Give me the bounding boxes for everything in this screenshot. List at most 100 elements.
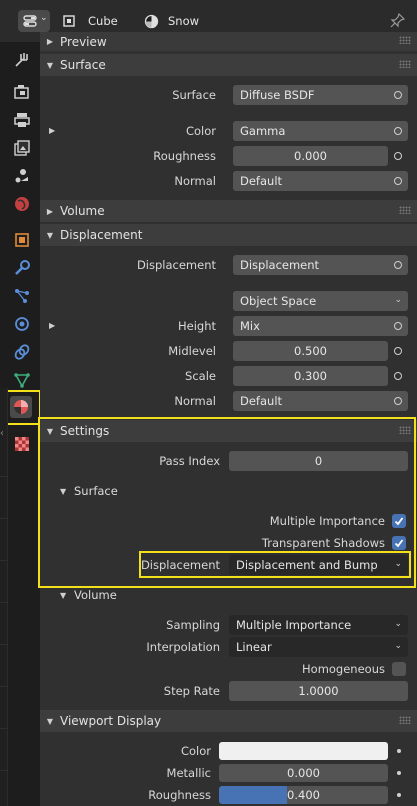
drag-grip-icon[interactable] — [399, 716, 411, 724]
height-input-field[interactable]: Mix — [233, 316, 408, 336]
sampling-dropdown[interactable]: Multiple Importance ⌄ — [229, 615, 408, 635]
object-breadcrumb[interactable]: Cube — [62, 11, 118, 31]
keyframe-dot-icon[interactable] — [397, 771, 401, 775]
settings-panel-highlight — [38, 417, 416, 588]
tab-world[interactable] — [10, 192, 34, 216]
editor-type-button[interactable]: ⌄ — [18, 10, 50, 32]
field-value: 0.500 — [294, 344, 327, 358]
tab-render[interactable] — [10, 80, 34, 104]
object-data-icon — [14, 373, 30, 388]
sampling-label: Sampling — [166, 618, 220, 632]
tab-scene[interactable] — [10, 164, 34, 188]
surface-shader-field[interactable]: Diffuse BSDF — [233, 85, 408, 105]
particles-icon — [15, 289, 29, 303]
tab-view-layer[interactable] — [10, 136, 34, 160]
panel-volume-header[interactable]: ▶ Volume — [40, 200, 417, 222]
displacement-input-field[interactable]: Displacement — [233, 255, 408, 275]
scale-slider[interactable]: 0.300 — [233, 366, 388, 386]
panel-title: Surface — [60, 58, 106, 72]
vp-roughness-slider[interactable]: 0.400 — [219, 786, 388, 804]
field-value: 1.0000 — [298, 684, 339, 698]
socket-icon[interactable] — [394, 347, 402, 355]
midlevel-slider[interactable]: 0.500 — [233, 341, 388, 361]
subpanel-title: Volume — [74, 588, 117, 602]
collapsed-arrow-icon: ▶ — [46, 37, 54, 46]
scale-label: Scale — [185, 369, 216, 383]
collapse-arrow-icon[interactable]: ‹ — [0, 428, 4, 439]
tab-object[interactable] — [10, 228, 34, 252]
tab-tool[interactable] — [10, 48, 34, 72]
homogeneous-checkbox[interactable] — [392, 662, 406, 676]
step-rate-field[interactable]: 1.0000 — [229, 681, 408, 701]
tab-particles[interactable] — [10, 284, 34, 308]
expand-arrow-icon[interactable]: ▶ — [49, 126, 55, 135]
collapsed-arrow-icon: ▶ — [46, 206, 54, 216]
socket-icon — [394, 322, 402, 330]
pin-icon[interactable] — [390, 13, 405, 28]
interpolation-dropdown[interactable]: Linear ⌄ — [229, 637, 408, 657]
object-name: Cube — [88, 14, 118, 28]
drag-grip-icon[interactable] — [399, 206, 411, 214]
socket-icon[interactable] — [394, 152, 402, 160]
vp-color-label: Color — [180, 744, 211, 758]
material-breadcrumb[interactable]: Snow — [144, 11, 199, 31]
material-name: Snow — [168, 14, 200, 28]
tab-texture[interactable] — [10, 432, 34, 456]
slider-fill — [219, 786, 287, 804]
expanded-arrow-icon: ▼ — [46, 60, 54, 70]
properties-editor-icon — [23, 15, 37, 27]
tool-icon — [15, 53, 28, 67]
height-label: Height — [177, 319, 216, 333]
tab-output[interactable] — [10, 108, 34, 132]
tab-constraints[interactable] — [10, 340, 34, 364]
expanded-arrow-icon: ▼ — [46, 230, 54, 240]
expanded-arrow-icon: ▼ — [46, 716, 54, 726]
field-value: 0.400 — [287, 788, 320, 802]
socket-icon[interactable] — [394, 372, 402, 380]
chevron-down-icon: ⌄ — [394, 641, 402, 651]
expand-arrow-icon[interactable]: ▶ — [49, 321, 55, 330]
tab-physics[interactable] — [10, 312, 34, 336]
adjacent-editor-edge: ‹ — [0, 388, 8, 806]
scene-icon — [15, 169, 28, 183]
cube-object-icon — [63, 15, 75, 27]
output-icon — [14, 113, 30, 127]
field-value: 0.300 — [294, 369, 327, 383]
socket-icon — [394, 127, 402, 135]
roughness-slider[interactable]: 0.000 — [233, 146, 388, 166]
keyframe-dot-icon[interactable] — [397, 793, 401, 797]
field-value: Mix — [240, 319, 260, 333]
panel-viewport-display-header[interactable]: ▼ Viewport Display — [40, 710, 417, 732]
socket-icon — [394, 261, 402, 269]
chevron-down-icon: ⌄ — [40, 13, 48, 23]
settings-volume-subheader[interactable]: ▼ Volume — [60, 588, 117, 602]
field-value: Displacement — [240, 258, 320, 272]
physics-icon — [15, 317, 29, 331]
view-layer-icon — [14, 140, 30, 156]
panel-title: Volume — [60, 204, 105, 218]
tab-object-data[interactable] — [10, 368, 34, 392]
keyframe-dot-icon[interactable] — [397, 749, 401, 753]
color-input-field[interactable]: Gamma — [233, 121, 408, 141]
vp-color-swatch[interactable] — [219, 742, 388, 760]
texture-icon — [15, 437, 29, 451]
homogeneous-label: Homogeneous — [302, 662, 385, 676]
normal-label: Normal — [174, 174, 216, 188]
field-value: Object Space — [240, 294, 317, 308]
tab-modifiers[interactable] — [10, 256, 34, 280]
space-dropdown[interactable]: Object Space ⌄ — [233, 291, 408, 311]
panel-surface-header[interactable]: ▼ Surface — [40, 54, 417, 76]
field-value: Gamma — [240, 124, 286, 138]
interpolation-label: Interpolation — [146, 640, 220, 654]
vp-metallic-slider[interactable]: 0.000 — [219, 764, 388, 782]
drag-grip-icon[interactable] — [399, 36, 411, 44]
chevron-down-icon: ⌄ — [394, 619, 402, 629]
panel-displacement-header[interactable]: ▼ Displacement — [40, 224, 417, 246]
normal-input-field[interactable]: Default — [233, 171, 408, 191]
disp-normal-input-field[interactable]: Default — [233, 391, 408, 411]
field-value: 0.000 — [287, 766, 320, 780]
drag-grip-icon[interactable] — [399, 60, 411, 68]
vp-roughness-label: Roughness — [148, 788, 211, 802]
panel-preview-header[interactable]: ▶ Preview — [40, 32, 417, 51]
step-rate-label: Step Rate — [163, 684, 220, 698]
